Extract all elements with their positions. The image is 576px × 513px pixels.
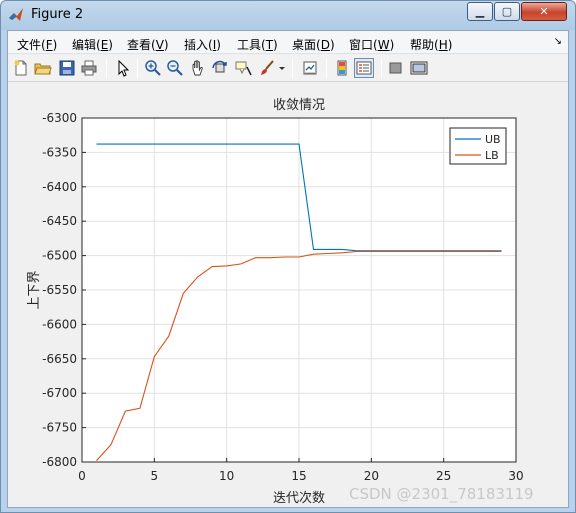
legend-label-ub: UB (485, 133, 501, 146)
zoom-in-icon[interactable] (144, 59, 162, 77)
link-plot-icon[interactable] (301, 59, 319, 77)
toolbar-separator (137, 59, 138, 78)
brush-icon[interactable] (258, 59, 276, 77)
menu-edit[interactable]: 编辑(E) (72, 36, 113, 53)
toolbar-separator (381, 59, 382, 78)
show-plot-tools-icon[interactable] (410, 59, 428, 77)
data-cursor-icon[interactable] (234, 59, 252, 77)
x-tick-label: 25 (436, 469, 451, 483)
x-tick-label: 30 (508, 469, 523, 483)
maximize-button[interactable]: ▢ (494, 2, 520, 21)
menu-dock-chevron-icon[interactable]: ↘ (554, 36, 562, 47)
y-axis-label: 上下界 (27, 270, 42, 309)
brush-dropdown-icon[interactable] (278, 59, 286, 77)
x-tick-label: 5 (151, 469, 159, 483)
menu-bar: 文件(F) 编辑(E) 查看(V) 插入(I) 工具(T) 桌面(D) 窗口(W… (8, 31, 568, 54)
matlab-icon (9, 8, 23, 21)
close-button[interactable]: ✕ (521, 2, 567, 21)
x-tick-label: 15 (291, 469, 306, 483)
y-tick-label: -6700 (42, 386, 77, 400)
menu-tools[interactable]: 工具(T) (237, 36, 278, 53)
toolbar-separator (326, 59, 327, 78)
colorbar-icon[interactable] (333, 59, 351, 77)
chart-title: 收敛情况 (273, 97, 325, 113)
new-figure-icon[interactable] (12, 59, 30, 77)
y-tick-label: -6750 (42, 421, 77, 435)
x-tick-label: 0 (78, 469, 86, 483)
menu-file[interactable]: 文件(F) (17, 36, 57, 53)
y-tick-label: -6300 (42, 111, 77, 125)
hide-plot-tools-icon[interactable] (387, 59, 405, 77)
menu-help[interactable]: 帮助(H) (410, 36, 452, 53)
y-tick-label: -6400 (42, 180, 77, 194)
y-tick-label: -6650 (42, 352, 77, 366)
y-tick-label: -6550 (42, 283, 77, 297)
open-file-icon[interactable] (34, 59, 52, 77)
watermark: CSDN @2301_78183119 (349, 485, 534, 503)
y-tick-label: -6800 (42, 455, 77, 469)
menu-desktop[interactable]: 桌面(D) (292, 36, 335, 53)
save-icon[interactable] (58, 59, 76, 77)
y-tick-label: -6450 (42, 214, 77, 228)
legend-label-lb: LB (485, 149, 499, 162)
x-tick-label: 10 (219, 469, 234, 483)
legend-icon[interactable] (354, 58, 374, 78)
figure-window: Figure 2 ▁ ▢ ✕ 文件(F) 编辑(E) 查看(V) 插入(I) 工… (0, 0, 576, 513)
y-tick-label: -6350 (42, 145, 77, 159)
toolbar-separator (292, 59, 293, 78)
x-axis-label: 迭代次数 (273, 490, 325, 506)
minimize-button[interactable]: ▁ (467, 2, 493, 21)
convergence-chart: 0 5 10 15 20 25 30 -6300 -6350 -6400 -6450 -6500 -65… (27, 97, 524, 506)
pan-icon[interactable] (189, 59, 207, 77)
figure-canvas: 0 5 10 15 20 25 30 -6300 -6350 -6400 -6450 -6500 -65… (8, 83, 568, 507)
print-icon[interactable] (80, 59, 98, 77)
y-tick-label: -6500 (42, 249, 77, 263)
toolbar-separator (106, 59, 107, 78)
menu-view[interactable]: 查看(V) (127, 36, 169, 53)
title-bar[interactable]: Figure 2 ▁ ▢ ✕ (1, 1, 575, 29)
rotate-3d-icon[interactable] (211, 59, 229, 77)
menu-insert[interactable]: 插入(I) (184, 36, 221, 53)
pointer-icon[interactable] (114, 59, 132, 77)
x-tick-label: 20 (364, 469, 379, 483)
zoom-out-icon[interactable] (166, 59, 184, 77)
menu-window[interactable]: 窗口(W) (349, 36, 394, 53)
y-tick-label: -6600 (42, 317, 77, 331)
figure-toolbar (8, 55, 568, 82)
figure-client-area: 文件(F) 编辑(E) 查看(V) 插入(I) 工具(T) 桌面(D) 窗口(W… (7, 30, 569, 508)
window-title: Figure 2 (31, 7, 84, 22)
